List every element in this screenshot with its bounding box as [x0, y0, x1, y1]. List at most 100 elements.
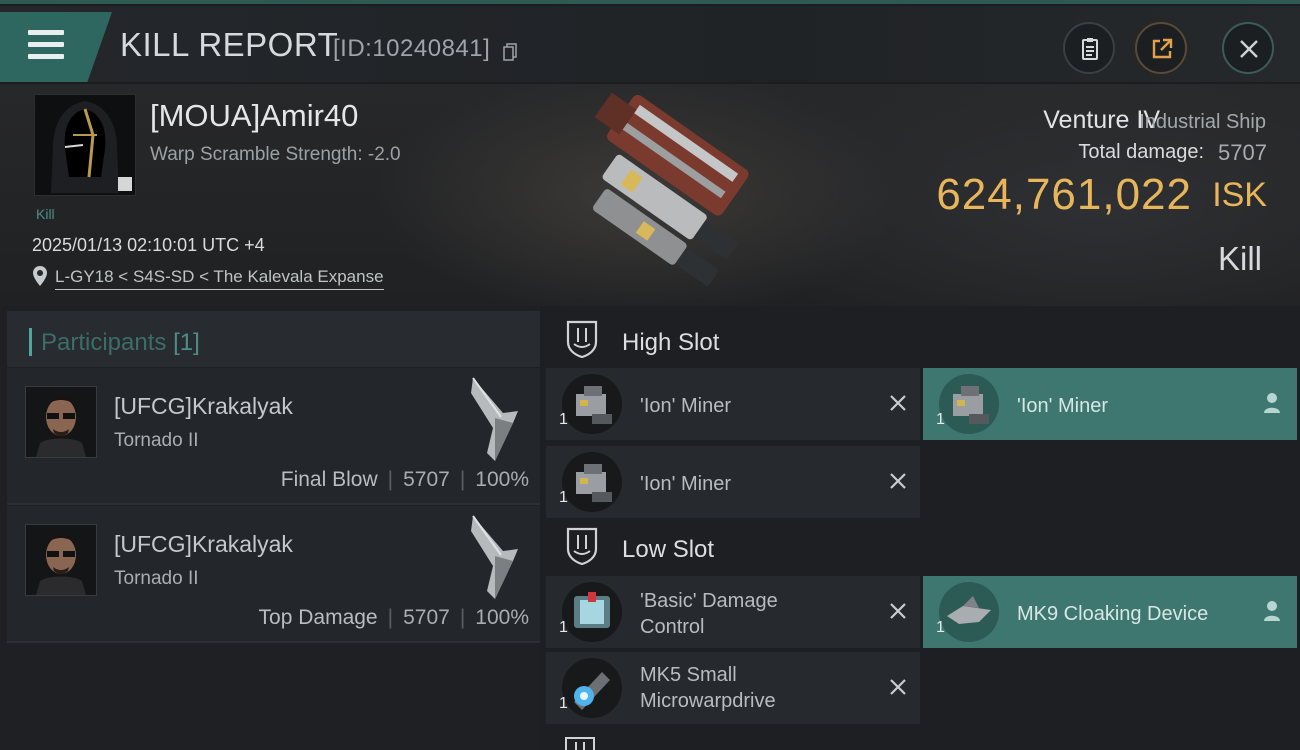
- participant-stats: Final Blow | 5707 | 100%: [281, 468, 529, 492]
- slot-icon: [566, 320, 598, 358]
- participant-ship: Tornado II: [114, 568, 199, 589]
- menu-tab[interactable]: [0, 12, 112, 82]
- participant-role: Final Blow: [280, 468, 378, 491]
- module-item[interactable]: 1 MK5 Small Microwarpdrive: [546, 652, 920, 724]
- destroyed-x-icon: [890, 603, 906, 619]
- module-icon: [562, 658, 622, 718]
- module-name-line: Control: [640, 616, 705, 638]
- participant-percent: 100%: [475, 468, 529, 491]
- module-icon: [939, 582, 999, 642]
- menu-icon[interactable]: [28, 30, 64, 62]
- destroyed-x-icon: [890, 679, 906, 695]
- module-name: 'Ion' Miner: [1017, 395, 1109, 417]
- top-accent-line: [0, 0, 1300, 4]
- participant-name[interactable]: [UFCG]Krakalyak: [114, 393, 293, 420]
- participant-role: Top Damage: [258, 606, 378, 629]
- destroyed-x-icon: [890, 395, 906, 411]
- module-quantity: 1: [559, 695, 568, 712]
- stat-divider: |: [459, 468, 466, 491]
- module-item[interactable]: 1 'Ion' Miner: [546, 368, 920, 440]
- header-bar: KILL REPORT [ID:10240841]: [0, 6, 1300, 82]
- person-icon: [1264, 601, 1280, 621]
- isk-unit: ISK: [1212, 176, 1267, 214]
- module-icon: [939, 374, 999, 434]
- module-icon: [562, 374, 622, 434]
- participants-count: [1]: [173, 329, 200, 356]
- participant-row[interactable]: [UFCG]Krakalyak Tornado II Top Damage | …: [7, 506, 540, 643]
- participants-label: Participants: [41, 329, 167, 356]
- participant-portrait: [26, 525, 96, 595]
- high-slot-title: High Slot: [622, 329, 720, 356]
- participant-avatar[interactable]: [25, 386, 97, 458]
- victim-summary: [MOUA]Amir40 Warp Scramble Strength: -2.…: [0, 84, 1300, 306]
- share-icon: [1152, 38, 1173, 59]
- victim-ship-image: [592, 92, 749, 287]
- fitting-panel: High Slot 1 'Ion' Miner 1 'Ion' Miner 1 …: [540, 306, 1300, 750]
- participant-avatar[interactable]: [25, 524, 97, 596]
- participants-panel: Participants [1] [UFCG]Krakalyak Tornado…: [0, 306, 540, 750]
- warp-scramble-strength: Warp Scramble Strength: -2.0: [150, 144, 401, 165]
- participant-row[interactable]: [UFCG]Krakalyak Tornado II Final Blow | …: [7, 368, 540, 505]
- ship-class: Industrial Ship: [1139, 111, 1266, 133]
- module-quantity: 1: [559, 411, 568, 428]
- participant-ship-image: [471, 377, 518, 461]
- slot-icon: [566, 527, 598, 565]
- module-item[interactable]: 1 MK9 Cloaking Device: [923, 576, 1297, 648]
- participants-accent-bar: [29, 328, 32, 356]
- close-icon: [1240, 40, 1258, 58]
- module-name-line: 'Basic' Damage: [640, 590, 778, 612]
- participant-portrait: [26, 387, 96, 457]
- copy-icon[interactable]: [503, 43, 517, 61]
- low-slot-title: Low Slot: [622, 536, 715, 563]
- slot-icon: [565, 737, 595, 750]
- isk-value: 624,761,022: [936, 170, 1192, 219]
- module-item[interactable]: 1 'Ion' Miner: [546, 446, 920, 518]
- module-name: 'Basic' Damage Control: [640, 588, 778, 640]
- participant-ship: Tornado II: [114, 430, 199, 451]
- clipboard-icon: [1082, 38, 1098, 60]
- kill-datetime: 2025/01/13 02:10:01 UTC +4: [32, 235, 265, 255]
- location-pin-icon: [33, 266, 47, 286]
- module-name-line: MK5 Small: [640, 664, 737, 686]
- participant-stats: Top Damage | 5707 | 100%: [259, 606, 529, 630]
- total-damage-label: Total damage:: [1078, 141, 1204, 163]
- high-slot-header: High Slot: [548, 310, 1298, 366]
- result-label: Kill: [1217, 240, 1262, 277]
- location-link[interactable]: L-GY18 < S4S-SD < The Kalevala Expanse: [55, 267, 384, 290]
- stat-divider: |: [459, 606, 466, 629]
- module-icon: [562, 452, 622, 512]
- module-name-line: Microwarpdrive: [640, 690, 776, 712]
- participant-name[interactable]: [UFCG]Krakalyak: [114, 531, 293, 558]
- module-item[interactable]: 1 'Basic' Damage Control: [546, 576, 920, 648]
- low-slot-header: Low Slot: [548, 517, 1298, 573]
- module-quantity: 1: [559, 619, 568, 636]
- person-icon: [1264, 393, 1280, 413]
- participant-ship-image: [471, 515, 518, 599]
- module-name: 'Ion' Miner: [640, 395, 732, 417]
- module-quantity: 1: [559, 489, 568, 506]
- report-id: [ID:10240841]: [333, 35, 491, 62]
- page-title: KILL REPORT: [120, 26, 339, 63]
- module-name: MK9 Cloaking Device: [1017, 603, 1209, 625]
- info-badge-icon[interactable]: [118, 177, 132, 191]
- participant-damage: 5707: [403, 606, 450, 629]
- participant-percent: 100%: [475, 606, 529, 629]
- module-name: 'Ion' Miner: [640, 473, 732, 495]
- participant-damage: 5707: [403, 468, 450, 491]
- clipboard-button[interactable]: [1063, 22, 1115, 74]
- module-quantity: 1: [936, 619, 945, 636]
- close-button[interactable]: [1222, 22, 1274, 74]
- stat-divider: |: [387, 606, 394, 629]
- module-item[interactable]: 1 'Ion' Miner: [923, 368, 1297, 440]
- kill-tag: Kill: [36, 206, 55, 222]
- module-icon: [562, 582, 622, 642]
- participants-header: Participants [1]: [7, 311, 540, 367]
- participants-title: Participants [1]: [41, 329, 200, 357]
- share-button[interactable]: [1135, 22, 1187, 74]
- total-damage-value: 5707: [1218, 140, 1267, 165]
- module-quantity: 1: [936, 411, 945, 428]
- destroyed-x-icon: [890, 473, 906, 489]
- victim-name[interactable]: [MOUA]Amir40: [150, 98, 358, 134]
- module-name: MK5 Small Microwarpdrive: [640, 662, 776, 714]
- stat-divider: |: [387, 468, 394, 491]
